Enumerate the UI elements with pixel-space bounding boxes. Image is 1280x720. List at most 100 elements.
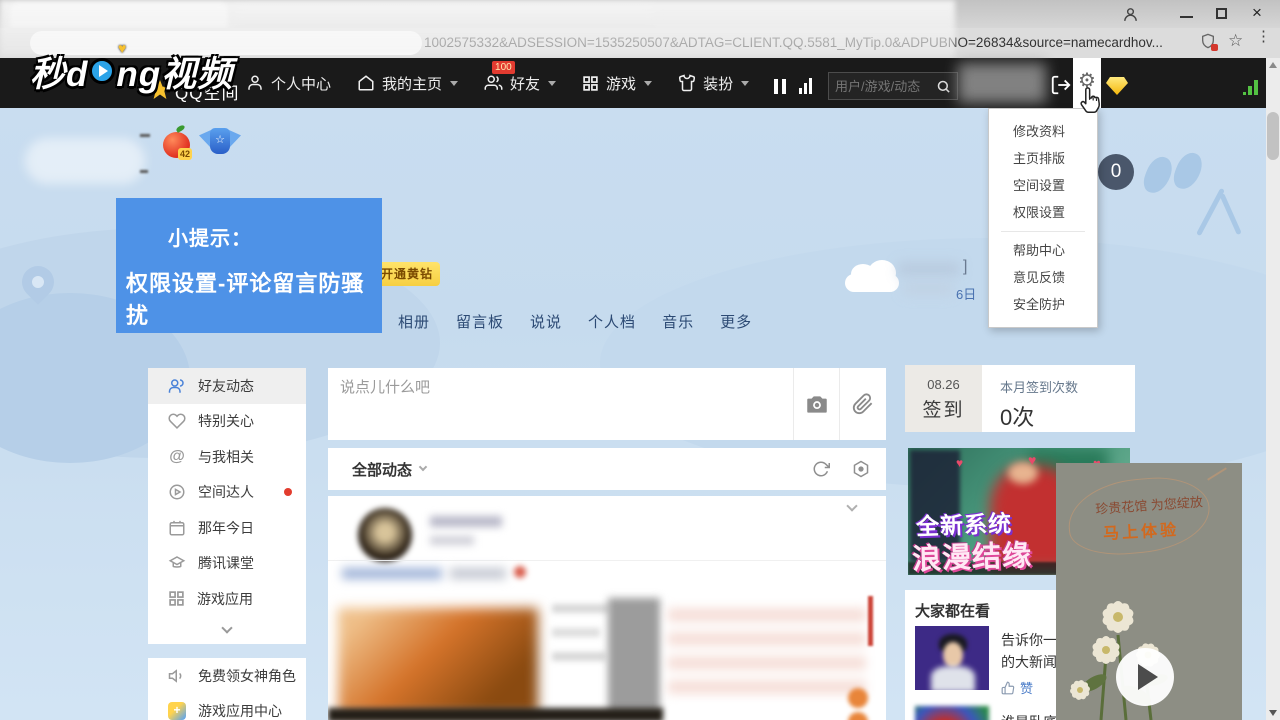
blurred-image	[608, 598, 660, 714]
blurred-post-image	[338, 608, 538, 714]
tab-profile[interactable]: 个人档	[588, 311, 636, 332]
play-button[interactable]	[1116, 648, 1174, 706]
weather-date: 6日	[956, 284, 976, 303]
add-photo-button[interactable]	[793, 368, 839, 440]
menu-divider	[1001, 231, 1085, 232]
floating-video-ad[interactable]: 珍贵花馆 为您绽放 马上体验	[1056, 463, 1242, 720]
sidebar-label: 与我相关	[198, 447, 254, 467]
menu-item-edit-profile[interactable]: 修改资料	[989, 118, 1097, 145]
blurred-list	[668, 608, 866, 700]
sidebar-item-that-year-today[interactable]: 那年今日	[148, 510, 306, 546]
browser-profile-icon[interactable]	[1122, 6, 1139, 28]
sidebar-item-game-apps[interactable]: 游戏应用	[148, 581, 306, 617]
tab-albums[interactable]: 相册	[398, 311, 430, 332]
tab-more[interactable]: 更多	[720, 311, 752, 332]
sidebar-item-friend-feeds[interactable]: 好友动态	[148, 368, 306, 404]
menu-item-security[interactable]: 安全防护	[989, 291, 1097, 318]
browser-scrollbar[interactable]	[1266, 58, 1280, 720]
nav-item-my-home[interactable]: 我的主页	[357, 73, 458, 94]
search-box[interactable]	[828, 72, 958, 100]
feed-filter-label: 全部动态	[352, 459, 412, 480]
play-circle-icon	[168, 483, 186, 501]
watching-item-title[interactable]: 的大新闻	[1001, 652, 1057, 672]
feed-settings-icon[interactable]	[852, 460, 870, 478]
watching-thumbnail-2[interactable]	[915, 706, 989, 720]
shield-alert-dot	[1211, 44, 1218, 51]
nav-item-friends[interactable]: 100 好友	[484, 73, 556, 94]
blurred-nickname-dash	[140, 134, 150, 137]
menu-item-space-settings[interactable]: 空间设置	[989, 172, 1097, 199]
tab-shuoshuo[interactable]: 说说	[530, 311, 562, 332]
tab-message-board[interactable]: 留言板	[456, 311, 504, 332]
profile-tabs: 相册 留言板 说说 个人档 音乐 更多	[398, 311, 752, 332]
restore-button[interactable]	[1216, 8, 1227, 19]
friends-badge: 100	[492, 61, 515, 74]
sidebar-collapse-button[interactable]	[148, 617, 306, 644]
people-icon	[168, 377, 186, 395]
nav-item-personal-center[interactable]: 个人中心	[246, 73, 331, 94]
menu-item-feedback[interactable]: 意见反馈	[989, 264, 1097, 291]
weather-bracket: ]	[963, 258, 967, 276]
sidebar-label: 免费领女神角色	[198, 666, 296, 686]
checkin-date: 08.26	[905, 377, 982, 392]
tab-music[interactable]: 音乐	[662, 311, 694, 332]
rank-chart-icon[interactable]	[799, 78, 812, 94]
post-menu-chevron-icon[interactable]	[846, 500, 857, 511]
watermark-heart-icon: ♥	[118, 40, 126, 56]
menu-item-help-center[interactable]: 帮助中心	[989, 237, 1097, 264]
sidebar-item-related-to-me[interactable]: @ 与我相关	[148, 439, 306, 475]
blurred-text	[552, 628, 600, 637]
mouse-cursor	[1076, 86, 1102, 121]
attach-link-button[interactable]	[839, 368, 885, 440]
scrollbar-up-arrow[interactable]	[1269, 62, 1277, 68]
search-input[interactable]	[829, 79, 936, 94]
blurred-signature-dash	[140, 170, 148, 173]
minimize-button[interactable]	[1180, 16, 1193, 18]
composer-input[interactable]	[340, 376, 770, 432]
checkin-button[interactable]: 08.26 签到	[905, 365, 982, 432]
sidebar-label: 腾讯课堂	[198, 553, 254, 573]
scrollbar-down-arrow[interactable]	[1269, 710, 1277, 716]
search-icon[interactable]	[936, 79, 951, 94]
watching-thumbnail-1[interactable]	[915, 626, 989, 690]
close-button[interactable]: ×	[1252, 3, 1262, 23]
sidebar-item-free-goddess-role[interactable]: 免费领女神角色	[148, 658, 306, 694]
grid-icon	[582, 75, 599, 92]
nav-label: 我的主页	[382, 73, 442, 94]
sidebar-item-tencent-classroom[interactable]: 腾讯课堂	[148, 546, 306, 582]
heart-decoration: ♥	[956, 456, 963, 470]
blurred-avatar	[358, 508, 412, 562]
megaphone-icon	[168, 667, 186, 685]
video-watermark: 秒d ng视频 ♥	[30, 48, 233, 94]
watermark-right: ng视频	[116, 46, 233, 97]
at-icon: @	[168, 448, 186, 466]
thumb-up-icon[interactable]	[1001, 681, 1015, 695]
visitor-count-badge[interactable]: 0	[1098, 154, 1134, 190]
graduation-icon	[168, 554, 186, 572]
nav-item-dressup[interactable]: 装扮	[678, 73, 749, 94]
like-label[interactable]: 赞	[1020, 678, 1033, 697]
sidebar-label: 那年今日	[198, 518, 254, 538]
sidebar-item-special-care[interactable]: 特别关心	[148, 404, 306, 440]
stroke-decoration	[1219, 193, 1241, 235]
logout-icon[interactable]	[1050, 74, 1072, 96]
person-icon	[246, 74, 264, 92]
sidebar-item-game-app-center[interactable]: + 游戏应用中心	[148, 694, 306, 720]
feed-filter-dropdown[interactable]: 全部动态	[352, 459, 426, 480]
tip-line2: 权限设置-评论留言防骚扰	[126, 266, 382, 330]
nav-label: 个人中心	[271, 73, 331, 94]
menu-item-permission-settings[interactable]: 权限设置	[989, 199, 1097, 226]
nav-item-games[interactable]: 游戏	[582, 73, 652, 94]
quote-decoration	[1170, 149, 1206, 193]
refresh-icon[interactable]	[812, 460, 830, 478]
thumb-body	[931, 666, 975, 690]
menu-item-homepage-layout[interactable]: 主页排版	[989, 145, 1097, 172]
open-yellow-diamond-button[interactable]: 开通黄钻	[374, 262, 440, 286]
checkin-action: 签到	[905, 395, 982, 422]
music-pause-icon[interactable]	[774, 79, 786, 94]
blurred-weather-text	[903, 283, 953, 295]
bookmark-star-icon[interactable]: ☆	[1228, 31, 1243, 51]
browser-menu-icon[interactable]: ⋮	[1256, 33, 1266, 40]
sidebar-item-space-stars[interactable]: 空间达人	[148, 475, 306, 511]
scrollbar-thumb[interactable]	[1267, 112, 1279, 160]
